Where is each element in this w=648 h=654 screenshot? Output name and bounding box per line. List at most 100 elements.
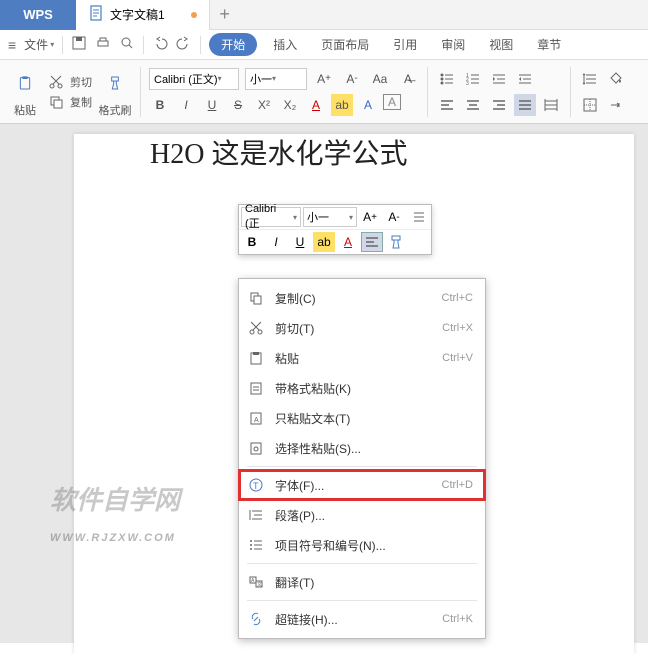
copy-icon [247,289,265,307]
bullets-icon[interactable] [436,68,458,90]
paste-special-icon [247,439,265,457]
ctx-font[interactable]: T 字体(F)...Ctrl+D [239,470,485,500]
mini-format-painter-icon[interactable] [385,232,407,252]
underline-button[interactable]: U [201,94,223,116]
mini-italic-button[interactable]: I [265,232,287,252]
ribbon: 粘贴 剪切 复制 格式刷 Calibri (正文)▾ 小一▾ A+ A- Aa … [0,60,648,124]
align-center-icon[interactable] [462,94,484,116]
copy-button[interactable]: 复制 [48,94,92,110]
align-right-icon[interactable] [488,94,510,116]
mini-underline-button[interactable]: U [289,232,311,252]
document-tab[interactable]: 文字文稿1 [76,0,210,30]
tab-reference[interactable]: 引用 [385,32,425,57]
qa-print-icon[interactable] [95,35,111,54]
mini-font-color-icon[interactable]: A [337,232,359,252]
titlebar: WPS 文字文稿1 + [0,0,648,30]
grow-font-icon[interactable]: A+ [313,68,335,90]
qa-preview-icon[interactable] [119,35,135,54]
highlight-button[interactable]: ab [331,94,353,116]
ctx-copy[interactable]: 复制(C)Ctrl+C [239,283,485,313]
align-left-icon[interactable] [436,94,458,116]
clear-format-icon[interactable]: A̶ [397,68,419,90]
align-justify-icon[interactable] [514,94,536,116]
clipboard-group: 粘贴 剪切 复制 格式刷 [8,66,132,118]
line-spacing-icon[interactable] [579,68,601,90]
cut-button[interactable]: 剪切 [48,74,92,90]
tab-review[interactable]: 审阅 [433,32,473,57]
ctx-paste[interactable]: 粘贴Ctrl+V [239,343,485,373]
tab-marker-icon[interactable] [605,94,627,116]
mini-shrink-font-icon[interactable]: A- [383,207,405,227]
ctx-paste-special[interactable]: 选择性粘贴(S)... [239,433,485,463]
tab-title: 文字文稿1 [110,6,165,23]
divider [570,67,571,117]
file-menu[interactable]: 文件▾ [24,36,54,53]
strike-button[interactable]: S [227,94,249,116]
tab-view[interactable]: 视图 [481,32,521,57]
qa-save-icon[interactable] [71,35,87,54]
format-painter-button[interactable]: 格式刷 [98,66,132,118]
increase-indent-icon[interactable] [514,68,536,90]
hyperlink-icon [247,610,265,628]
font-icon: T [247,476,265,494]
shading-icon[interactable] [605,68,627,90]
mini-font-combo[interactable]: Calibri (正▾ [241,207,301,227]
superscript-button[interactable]: X² [253,94,275,116]
mini-highlight-icon[interactable]: ab [313,232,335,252]
separator [247,563,477,564]
cut-icon [247,319,265,337]
numbering-icon[interactable]: 123 [462,68,484,90]
svg-text:文: 文 [257,581,262,588]
tab-insert[interactable]: 插入 [265,32,305,57]
paragraph-icon [247,506,265,524]
font-size-combo[interactable]: 小一▾ [245,68,307,90]
qa-undo-icon[interactable] [152,35,168,54]
mini-size-combo[interactable]: 小一▾ [303,207,357,227]
divider [140,67,141,117]
separator [247,466,477,467]
menubar: ≡ 文件▾ 开始 插入 页面布局 引用 审阅 视图 章节 [0,30,648,60]
ctx-paste-text[interactable]: A 只粘贴文本(T) [239,403,485,433]
mini-grow-font-icon[interactable]: A+ [359,207,381,227]
borders-icon[interactable] [579,94,601,116]
subscript-button[interactable]: X₂ [279,94,301,116]
mini-align-icon[interactable] [361,232,383,252]
modified-indicator-icon [191,12,197,18]
bold-button[interactable]: B [149,94,171,116]
change-case-icon[interactable]: Aa [369,68,391,90]
translate-icon: A文 [247,573,265,591]
font-name-combo[interactable]: Calibri (正文)▾ [149,68,239,90]
mini-bold-button[interactable]: B [241,232,263,252]
char-border-button[interactable]: A [383,94,401,110]
divider [62,36,63,54]
wps-logo: WPS [0,0,76,30]
svg-text:A: A [254,417,259,424]
distribute-icon[interactable] [540,94,562,116]
qa-redo-icon[interactable] [176,35,192,54]
tab-layout[interactable]: 页面布局 [313,32,377,57]
ctx-translate[interactable]: A文 翻译(T) [239,567,485,597]
tab-start[interactable]: 开始 [209,33,257,56]
ctx-paste-format[interactable]: 带格式粘贴(K) [239,373,485,403]
ctx-hyperlink[interactable]: 超链接(H)...Ctrl+K [239,604,485,634]
ctx-cut[interactable]: 剪切(T)Ctrl+X [239,313,485,343]
mini-line-spacing-icon[interactable] [407,207,429,227]
tab-chapter[interactable]: 章节 [529,32,569,57]
shrink-font-icon[interactable]: A- [341,68,363,90]
italic-button[interactable]: I [175,94,197,116]
paste-button[interactable]: 粘贴 [8,66,42,118]
paste-format-icon [247,379,265,397]
font-color-button[interactable]: A [305,94,327,116]
decrease-indent-icon[interactable] [488,68,510,90]
paste-text-icon: A [247,409,265,427]
add-tab-button[interactable]: + [210,0,240,30]
ctx-paragraph[interactable]: 段落(P)... [239,500,485,530]
ctx-bullets[interactable]: 项目符号和编号(N)... [239,530,485,560]
divider [200,36,201,54]
hamburger-icon[interactable]: ≡ [8,37,16,53]
doc-icon [88,5,104,24]
bullets-list-icon [247,536,265,554]
text-effect-button[interactable]: A [357,94,379,116]
separator [247,600,477,601]
document-text[interactable]: H2O 这是水化学公式 [150,132,407,172]
